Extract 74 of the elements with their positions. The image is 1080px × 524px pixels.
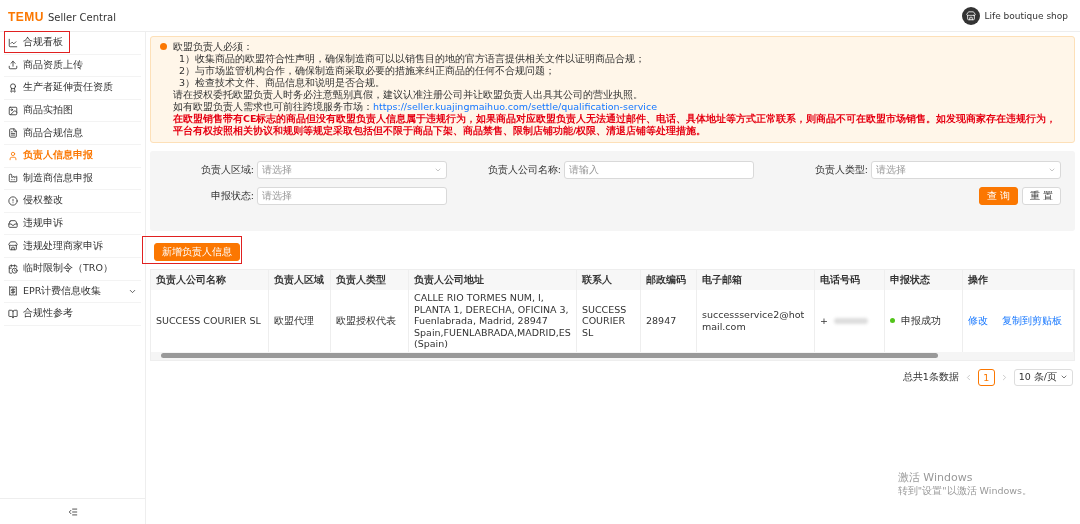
action-link[interactable]: 修改 (968, 315, 988, 327)
column-header: 负责人公司地址 (409, 270, 577, 290)
reset-button[interactable]: 重 置 (1021, 187, 1061, 205)
user-icon (8, 150, 18, 161)
sidebar-item[interactable]: 生产者延伸责任资质 (4, 77, 141, 100)
activation-text: 转到"设置"以激活 Windows。 (897, 485, 1032, 498)
store-icon (8, 241, 18, 252)
book-icon (8, 308, 18, 319)
activation-title: 激活 Windows (897, 470, 974, 485)
filter-label: 负责人区域: (200, 163, 254, 177)
upload-icon (8, 60, 18, 71)
column-header: 负责人区域 (269, 270, 331, 290)
table-cell: 28947 (646, 315, 677, 327)
notice-text: 3）检查技术文件、商品信息和说明是否合规。 (178, 77, 387, 89)
alert-icon (8, 195, 18, 206)
table-cell: CALLE RIO TORMES NUM, I, PLANTA 1, DERECHA, OFICINA 3, Fuenlabrada, Madrid, 28947 Spain,FUENLABRADA,MADRID,ES(Spain) (414, 292, 571, 350)
sidebar-item[interactable]: 临时限制令（TRO） (4, 257, 141, 281)
table-cell-text: successservice2@hotmail.com (702, 309, 806, 333)
action-link[interactable]: 复制到剪贴板 (1002, 315, 1062, 327)
notice-text: 请在授权委托欧盟负责人时务必注意甄别真假，建议认准注册公司并让欧盟负责人出具其公司的营业执照。 (173, 89, 644, 101)
chevron-icon (1048, 166, 1056, 174)
sidebar-item[interactable]: 合规性参考 (4, 303, 141, 326)
page-size-select[interactable]: 10 条/页 (1013, 368, 1073, 386)
column-header: 申报状态 (885, 270, 963, 290)
shop-name[interactable]: Life boutique shop (984, 10, 1068, 21)
chevron-icon (1060, 373, 1068, 381)
logo: TEMU (8, 10, 44, 24)
column-header: 电话号码 (815, 270, 885, 290)
sidebar-item[interactable]: 商品合规信息 (4, 122, 141, 145)
column-header: 负责人公司名称 (151, 270, 269, 290)
table-cell: + (820, 315, 828, 327)
column-header: 负责人类型 (331, 270, 409, 290)
notice-text: 1）收集商品的欧盟符合性声明，确保制造商可以以销售目的地的官方语言提供相关文件以证明商品合规； (178, 53, 647, 65)
calendar-icon (8, 263, 18, 274)
sidebar-item[interactable]: 违规处理商家申诉 (4, 235, 141, 258)
chevron-icon (434, 166, 442, 174)
horizontal-scrollbar[interactable] (151, 351, 1074, 360)
notice-text: 如有欧盟负责人需求也可前往跨境服务市场： (173, 101, 373, 112)
column-header: 邮政编码 (641, 270, 697, 290)
filter-label: 申报状态: (210, 189, 254, 203)
inbox-icon (8, 218, 18, 229)
collapse-icon[interactable] (67, 506, 78, 517)
table-cell: 欧盟代理 (274, 315, 314, 327)
total-count: 总共1条数据 (902, 370, 959, 384)
sidebar-item[interactable]: 合规看板 (4, 32, 141, 55)
column-header: 电子邮箱 (697, 270, 815, 290)
warning-text: 在欧盟销售带有CE标志的商品但没有欧盟负责人信息属于违规行为，如果商品对应欧盟负责人无法通过邮件、电话、具体地址等方式正常联系，则商品不可在欧盟市场销售。如发现商家存在违规行为，平台有权按照相关协议和规则等规定采取包括但不限于商品下架、商品禁售、限制店铺功能/权限、清退店铺等处理措施。 (173, 113, 1058, 137)
filter-label: 负责人公司名称: (487, 163, 561, 177)
badge-icon (8, 83, 18, 93)
sidebar-item[interactable]: 侵权整改 (4, 190, 141, 213)
sidebar-item[interactable]: 商品资质上传 (4, 54, 141, 78)
notice-text: 2）与市场监管机构合作，确保制造商采取必要的措施来纠正商品的任何不合规问题； (178, 65, 557, 77)
status-text: 申报成功 (901, 315, 941, 327)
sidebar-item[interactable]: 违规申诉 (4, 212, 141, 236)
table-cell: 欧盟授权代表 (336, 315, 396, 327)
sidebar-item[interactable]: 制造商信息申报 (4, 167, 141, 191)
info-dot-icon (160, 43, 167, 50)
column-header: 操作 (963, 270, 1074, 290)
chart-icon (8, 37, 18, 48)
filter-label: 负责人类型: (814, 163, 868, 177)
product-name: Seller Central (48, 12, 116, 23)
blurred-phone (833, 317, 868, 324)
image-icon (8, 105, 18, 116)
table-cell: SUCCESS COURIER SL (156, 315, 261, 327)
receipt-icon (8, 286, 18, 297)
sidebar-item[interactable]: EPR计费信息收集 (4, 280, 141, 304)
shop-avatar (961, 6, 980, 25)
service-link[interactable]: https://seller.kuajingmaihuo.com/settle/qualification-service (373, 101, 658, 112)
notice-title: 欧盟负责人必须： (173, 41, 254, 53)
document-icon (8, 128, 18, 139)
sidebar-item[interactable]: 商品实拍图 (4, 99, 141, 123)
column-header: 联系人 (577, 270, 641, 290)
table-cell-text: SUCCESS COURIER SL (582, 303, 628, 338)
factory-icon (8, 173, 18, 184)
